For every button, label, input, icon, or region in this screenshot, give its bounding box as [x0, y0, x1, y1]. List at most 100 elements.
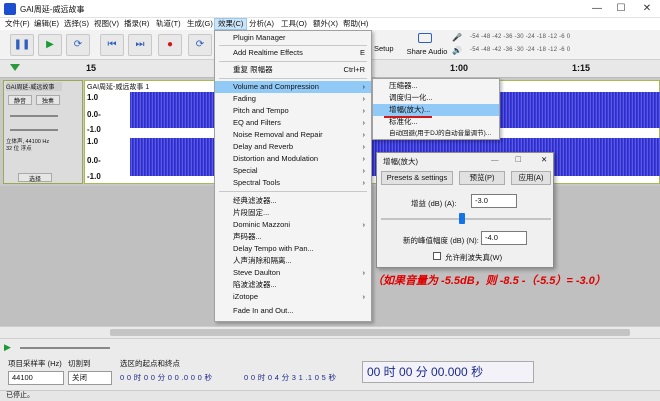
share-audio-button[interactable]: Share Audio	[404, 47, 450, 56]
effect-menu-item[interactable]: Pitch and Tempo ›	[215, 105, 371, 117]
menu-edit[interactable]: 编辑(E)	[31, 18, 62, 30]
effect-menu-item[interactable]: Distortion and Modulation ›	[215, 153, 371, 165]
playhead-marker-icon[interactable]	[10, 64, 20, 71]
menu-tools[interactable]: 工具(O)	[278, 18, 310, 30]
audio-position-display[interactable]: 00 时 00 分 00.000 秒	[362, 361, 534, 383]
maximize-button[interactable]: ☐	[612, 2, 630, 16]
selection-end-time[interactable]: 0 0 时 0 4 分 3 1 .1 0 5 秒	[244, 372, 336, 383]
menu-select[interactable]: 选择(S)	[61, 18, 92, 30]
record-meter[interactable]: -54 -48 -42 -36 -30 -24 -18 -12 -6 0	[470, 34, 570, 46]
snap-to-select[interactable]: 关闭	[68, 371, 112, 385]
amplify-dialog: 增幅(放大) — ☐ ✕ Presets & settings 预览(P) 应用…	[376, 152, 554, 268]
play-at-speed-icon[interactable]: ▶	[4, 342, 11, 353]
snap-to-label: 切割到	[68, 359, 91, 368]
gain-slider[interactable]	[10, 115, 58, 117]
effect-menu-item[interactable]: 经典滤波器...	[215, 195, 371, 207]
project-rate-select[interactable]: 44100	[8, 371, 64, 385]
effect-menu-item[interactable]: Fading ›	[215, 93, 371, 105]
scale-label: 0.0-	[87, 156, 101, 165]
skip-end-button[interactable]: ⏭	[128, 34, 152, 56]
selection-start-time[interactable]: 0 0 时 0 0 分 0 0 .0 0 0 秒	[120, 372, 212, 383]
horizontal-scrollbar[interactable]	[0, 326, 660, 338]
dialog-maximize-button[interactable]: ☐	[515, 155, 522, 164]
scale-label: -1.0	[87, 172, 101, 181]
skip-start-button[interactable]: ⏮	[100, 34, 124, 56]
app-logo-icon	[4, 3, 16, 15]
effect-menu-item[interactable]: Noise Removal and Repair ›	[215, 129, 371, 141]
solo-button[interactable]: 独奏	[36, 95, 60, 105]
effect-menu-item[interactable]: iZotope ›	[215, 291, 371, 303]
menu-extra[interactable]: 额外(X)	[310, 18, 341, 30]
menu-tracks[interactable]: 轨道(T)	[153, 18, 184, 30]
effect-menu-item-volume[interactable]: Volume and Compression ›	[215, 81, 371, 93]
gain-label: 增益 (dB) (A):	[411, 199, 457, 208]
play-speed-slider[interactable]	[20, 347, 110, 349]
close-button[interactable]: ✕	[638, 2, 656, 16]
preview-button[interactable]: 预览(P)	[459, 171, 505, 185]
effect-menu-item[interactable]: Spectral Tools ›	[215, 177, 371, 189]
scrollbar-thumb[interactable]	[110, 329, 630, 336]
presets-settings-button[interactable]: Presets & settings	[381, 171, 453, 185]
effect-menu-item[interactable]: 重复 限幅器 Ctrl+R	[215, 64, 371, 76]
dialog-close-button[interactable]: ✕	[541, 155, 547, 164]
gain-slider-thumb[interactable]	[459, 213, 465, 224]
selection-label: 选区的起点和终点	[120, 359, 180, 368]
effect-menu-item[interactable]: Dominic Mazzoni ›	[215, 219, 371, 231]
track-name[interactable]: GAI周延-威远故事	[6, 82, 62, 91]
audio-setup-button[interactable]: Setup	[374, 44, 394, 53]
selection-toolbar: ▶ 项目采样率 (Hz) 切割到 44100 关闭 选区的起点和终点 0 0 时…	[0, 338, 660, 390]
loop-button[interactable]: ⟳	[66, 34, 90, 56]
ruler-tick: 1:00	[450, 63, 469, 73]
menu-view[interactable]: 视图(V)	[91, 18, 122, 30]
menu-record[interactable]: 播录(R)	[121, 18, 152, 30]
effect-menu-item[interactable]: 片段固定...	[215, 207, 371, 219]
minimize-button[interactable]: —	[588, 2, 606, 16]
play-button[interactable]: ▶	[38, 34, 62, 56]
gain-slider-track[interactable]	[381, 218, 551, 220]
effect-menu-item[interactable]: Add Realtime Effects E	[215, 47, 371, 59]
volume-compression-submenu: 压缩器... 调度归一化... 增幅(放大)... 标准化... 自动回避(用于…	[372, 78, 500, 140]
submenu-item[interactable]: 压缩器...	[373, 80, 499, 92]
playback-meter[interactable]: -54 -48 -42 -36 -30 -24 -18 -12 -6 0	[470, 47, 570, 59]
allow-clipping-checkbox[interactable]	[433, 252, 441, 260]
skip-end-icon: ⏭	[135, 39, 145, 50]
effect-menu-item[interactable]: Delay and Reverb ›	[215, 141, 371, 153]
submenu-item-amplify[interactable]: 增幅(放大)...	[373, 104, 499, 116]
loop-record-icon: ⟳	[195, 39, 205, 50]
dialog-minimize-button[interactable]: —	[491, 155, 499, 164]
menu-effect[interactable]: 效果(C)	[214, 18, 248, 30]
play-icon: ▶	[46, 39, 54, 50]
gain-input[interactable]: -3.0	[471, 194, 517, 208]
effect-menu-item[interactable]: Steve Daulton ›	[215, 267, 371, 279]
scale-label: 0.0-	[87, 110, 101, 119]
effect-menu-item[interactable]: 声码器...	[215, 231, 371, 243]
effect-menu-item[interactable]: 陷波滤波器...	[215, 279, 371, 291]
loop-icon: ⟳	[73, 39, 83, 50]
select-track-button[interactable]: 选择	[18, 173, 52, 183]
apply-button[interactable]: 应用(A)	[511, 171, 551, 185]
pause-icon: ❚❚	[13, 39, 31, 50]
effect-menu-item[interactable]: Fade In and Out...	[215, 305, 371, 317]
menu-file[interactable]: 文件(F)	[2, 18, 33, 30]
allow-clipping-label: 允许削波失真(W)	[445, 253, 503, 262]
mute-button[interactable]: 静音	[8, 95, 32, 105]
effect-menu-item[interactable]: Special ›	[215, 165, 371, 177]
pause-button[interactable]: ❚❚	[10, 34, 34, 56]
track-control-panel[interactable]: GAI周延-威远故事 静音 独奏 立体声, 44100 Hz 32 位 浮点 选…	[3, 80, 83, 184]
mic-icon: 🎤	[452, 33, 462, 42]
pan-slider[interactable]	[10, 129, 58, 131]
menu-analyze[interactable]: 分析(A)	[246, 18, 277, 30]
record-button[interactable]: ●	[158, 34, 182, 56]
effect-menu-item[interactable]: EQ and Filters ›	[215, 117, 371, 129]
menu-bar: 文件(F) 编辑(E) 选择(S) 视图(V) 播录(R) 轨道(T) 生成(G…	[0, 18, 660, 30]
peak-amplitude-input[interactable]: -4.0	[481, 231, 527, 245]
submenu-item[interactable]: 自动回避(用于DJ的自动音量调节)...	[373, 128, 499, 140]
submenu-item[interactable]: 调度归一化...	[373, 92, 499, 104]
effect-menu-item[interactable]: 人声消除和隔离...	[215, 255, 371, 267]
loop-record-button[interactable]: ⟳	[188, 34, 212, 56]
menu-generate[interactable]: 生成(G)	[184, 18, 216, 30]
ruler-tick: 15	[86, 63, 97, 73]
effect-menu-item[interactable]: Plugin Manager	[215, 32, 371, 44]
effect-menu-item[interactable]: Delay Tempo with Pan...	[215, 243, 371, 255]
menu-help[interactable]: 帮助(H)	[340, 18, 371, 30]
